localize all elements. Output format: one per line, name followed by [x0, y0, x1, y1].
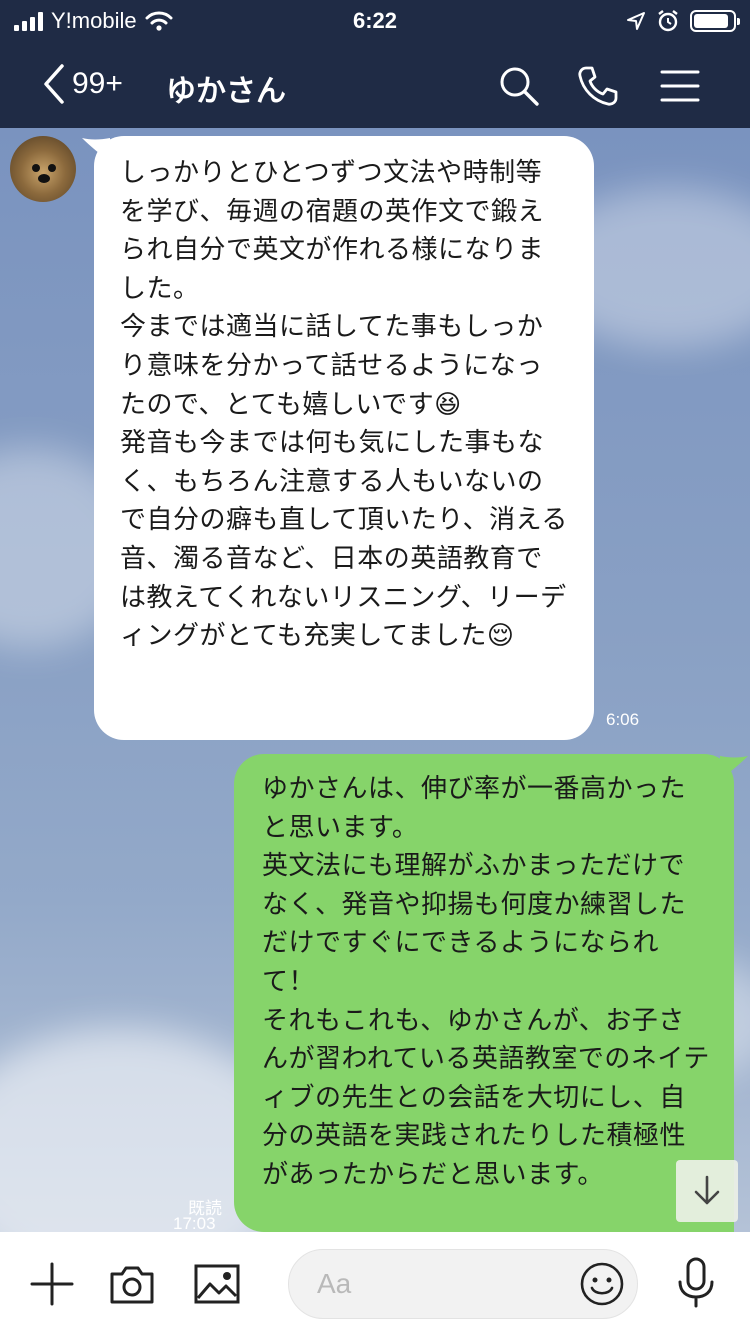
back-button[interactable]: 99+: [40, 62, 123, 106]
battery-level: [694, 14, 729, 28]
message-input[interactable]: Aa: [288, 1249, 638, 1319]
status-bar: Y!mobile 6:22: [0, 0, 750, 44]
microphone-icon[interactable]: [672, 1256, 720, 1308]
chat-area[interactable]: しっかりとひとつずつ文法や時制等を学び、毎週の宿題の英作文で鍛えられ自分で英文が…: [0, 128, 750, 1232]
scroll-to-bottom-button[interactable]: [676, 1160, 738, 1222]
search-icon[interactable]: [497, 64, 541, 108]
unread-count: 99+: [72, 67, 123, 100]
chat-title: ゆかさん: [166, 74, 286, 109]
image-icon[interactable]: [193, 1260, 241, 1308]
alarm-icon: [658, 10, 678, 32]
message-time: 17:03: [173, 1214, 216, 1232]
location-icon: [627, 12, 645, 30]
chevron-left-icon: [44, 64, 64, 104]
message-input-placeholder: Aa: [317, 1268, 352, 1299]
plus-icon[interactable]: [28, 1260, 76, 1308]
contact-avatar[interactable]: [10, 136, 76, 202]
outgoing-message[interactable]: ゆかさんは、伸び率が一番高かったと思います。 英文法にも理解がふかまっただけでな…: [234, 754, 734, 1232]
status-right: [626, 9, 740, 33]
incoming-message[interactable]: しっかりとひとつずつ文法や時制等を学び、毎週の宿題の英作文で鍛えられ自分で英文が…: [94, 136, 594, 740]
input-bar: Aa: [0, 1232, 750, 1334]
emoji-icon[interactable]: [579, 1261, 625, 1307]
phone-icon[interactable]: [576, 64, 620, 108]
chat-header: 99+ ゆかさん: [0, 44, 750, 128]
battery-icon: [690, 10, 740, 32]
arrow-down-icon: [694, 1175, 720, 1205]
menu-icon[interactable]: [658, 64, 702, 108]
camera-icon[interactable]: [108, 1260, 156, 1308]
message-time: 6:06: [606, 710, 640, 729]
